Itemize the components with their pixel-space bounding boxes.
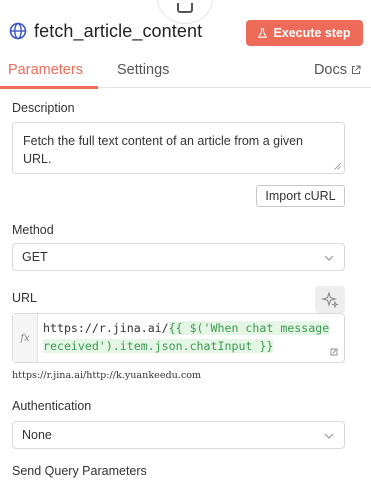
authentication-label: Authentication (12, 399, 92, 413)
chevron-down-icon (324, 433, 334, 439)
ai-assist-button[interactable] (315, 286, 345, 313)
method-select[interactable]: GET (12, 243, 345, 271)
node-title[interactable]: fetch_article_content (34, 21, 202, 42)
active-tab-indicator (0, 86, 98, 89)
url-expression-input[interactable]: fx https://r.jina.ai/{{ $('When chat mes… (12, 313, 345, 363)
authentication-select[interactable]: None (12, 421, 345, 449)
send-query-parameters-label: Send Query Parameters (12, 464, 147, 478)
execute-step-label: Execute step (273, 26, 351, 40)
authentication-value: None (22, 428, 52, 442)
chevron-down-icon (324, 255, 334, 261)
expand-icon[interactable] (329, 347, 339, 357)
tab-settings[interactable]: Settings (117, 62, 169, 78)
method-value: GET (22, 250, 48, 264)
external-link-icon (352, 65, 361, 74)
url-preview: https://r.jina.ai/http://k.yuankeedu.com (12, 370, 202, 381)
method-label: Method (12, 223, 54, 237)
resize-handle-icon[interactable] (334, 163, 341, 170)
docs-label: Docs (313, 62, 347, 78)
description-textarea[interactable]: Fetch the full text content of an articl… (12, 122, 345, 174)
panel-tabs: Parameters Settings Docs (0, 58, 371, 89)
docs-link[interactable]: Docs (314, 62, 361, 78)
globe-icon (9, 22, 27, 40)
import-curl-button[interactable]: Import cURL (256, 185, 345, 207)
tab-parameters[interactable]: Parameters (8, 62, 83, 78)
panel-header: fetch_article_content Execute step (0, 0, 371, 62)
fx-icon: fx (13, 314, 38, 362)
description-text: Fetch the full text content of an articl… (23, 134, 304, 166)
flask-icon (258, 28, 268, 38)
execute-step-button[interactable]: Execute step (246, 20, 363, 46)
url-label: URL (12, 291, 38, 305)
sparkle-icon (321, 290, 339, 308)
url-prefix: https://r.jina.ai/ (43, 321, 169, 335)
description-label: Description (12, 101, 75, 115)
